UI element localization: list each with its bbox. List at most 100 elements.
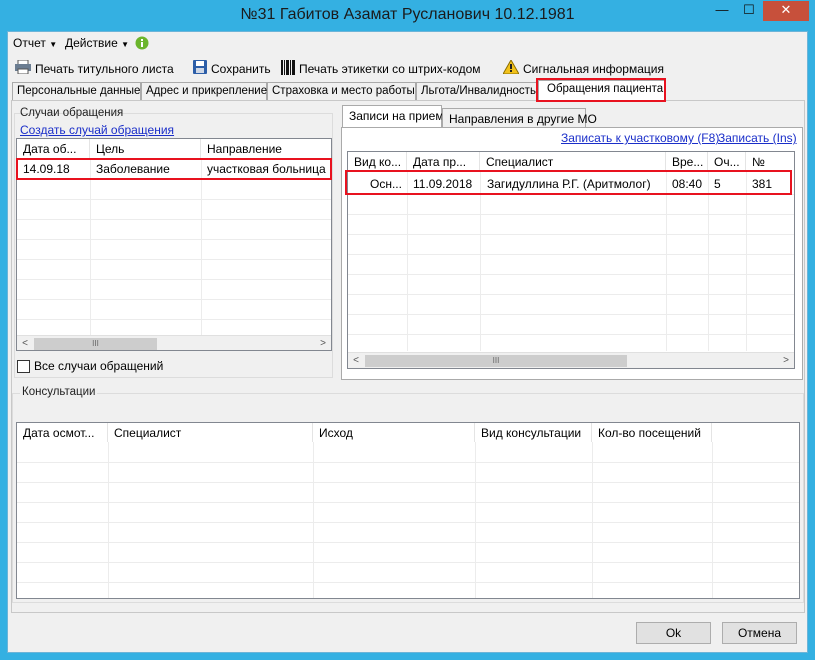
create-case-link[interactable]: Создать случай обращения (20, 123, 174, 137)
tab-benefit[interactable]: Льгота/Инвалидность (416, 82, 538, 100)
maximize-button[interactable]: ☐ (736, 1, 762, 21)
tab-label: Льгота/Инвалидность (421, 85, 536, 97)
appt-type: Осн... (370, 177, 402, 191)
grid-line (17, 179, 331, 180)
grid-line (348, 234, 794, 235)
appt-number: 381 (752, 177, 773, 191)
menu-action-label: Действие (65, 36, 118, 50)
cases-table: Дата об... Цель Направление 14.09.18 Заб… (16, 138, 332, 351)
consultations-group-title: Консультации (20, 386, 98, 398)
menu-report-label: Отчет (13, 36, 46, 50)
all-cases-label: Все случаи обращений (34, 359, 164, 373)
cases-col-direction[interactable]: Направление (201, 139, 331, 158)
barcode-icon (281, 60, 295, 78)
all-cases-checkbox[interactable] (17, 360, 30, 373)
grid-line (17, 219, 331, 220)
scroll-thumb[interactable]: III (365, 355, 627, 367)
signal-info-button[interactable]: Сигнальная информация (502, 58, 664, 77)
table-row[interactable]: 14.09.18 Заболевание участковая больница (17, 159, 331, 178)
tab-label: Страховка и место работы (272, 85, 415, 97)
book-district-doctor-link[interactable]: Записать к участковому (F8) (561, 131, 719, 145)
appointments-table: Вид ко... Дата пр... Специалист Вре... О… (347, 151, 795, 369)
menu-report[interactable]: Отчет ▼ (13, 36, 57, 50)
cancel-button[interactable]: Отмена (722, 622, 797, 644)
minimize-button[interactable]: — (709, 1, 735, 21)
tab-referrals-other-mo[interactable]: Направления в другие МО (442, 108, 597, 128)
scroll-right-button[interactable]: > (315, 336, 331, 350)
appointments-horizontal-scrollbar[interactable]: < III > (348, 352, 794, 368)
consult-col-outcome[interactable]: Исход (313, 423, 475, 442)
tab-personal-data[interactable]: Персональные данные (12, 82, 141, 100)
tab-address[interactable]: Адрес и прикрепление (141, 82, 267, 100)
appt-col-time[interactable]: Вре... (666, 152, 708, 171)
grid-line (17, 319, 331, 320)
consult-col-date[interactable]: Дата осмот... (17, 423, 108, 442)
menu-action[interactable]: Действие ▼ (65, 36, 129, 50)
print-title-button[interactable]: Печать титульного листа (15, 59, 174, 77)
tab-label: Персональные данные (17, 85, 141, 97)
scroll-left-button[interactable]: < (348, 353, 364, 368)
appt-date: 11.09.2018 (413, 177, 473, 191)
grid-line (348, 294, 794, 295)
grid-line (666, 171, 667, 351)
tab-label: Обращения пациента (547, 83, 664, 95)
consult-col-visits[interactable]: Кол-во посещений (592, 423, 712, 442)
appt-col-type[interactable]: Вид ко... (348, 152, 407, 171)
warning-icon (502, 58, 520, 77)
scroll-left-button[interactable]: < (17, 336, 33, 350)
appt-col-date[interactable]: Дата пр... (407, 152, 480, 171)
appt-col-specialist[interactable]: Специалист (480, 152, 666, 171)
window-title: №31 Габитов Азамат Русланович 10.12.1981 (240, 6, 575, 23)
cases-col-date[interactable]: Дата об... (17, 139, 90, 158)
cases-horizontal-scrollbar[interactable]: < III > (17, 335, 331, 350)
scroll-right-button[interactable]: > (778, 353, 794, 368)
tab-insurance[interactable]: Страховка и место работы (267, 82, 416, 100)
ok-button[interactable]: Ok (636, 622, 711, 644)
floppy-disk-icon (193, 60, 207, 77)
consult-col-specialist[interactable]: Специалист (108, 423, 313, 442)
scroll-thumb[interactable]: III (34, 338, 157, 350)
grid-line (348, 334, 794, 335)
grid-line (348, 194, 794, 195)
tab-appointments[interactable]: Записи на прием (342, 105, 444, 128)
case-direction: участковая больница (207, 162, 326, 176)
print-title-label: Печать титульного листа (35, 61, 174, 76)
grid-line (17, 582, 799, 583)
grid-line (17, 502, 799, 503)
book-ins-link[interactable]: Записать (Ins) (718, 131, 797, 145)
grid-line (17, 462, 799, 463)
save-button[interactable]: Сохранить (193, 60, 271, 77)
grid-line (17, 542, 799, 543)
grid-line (17, 299, 331, 300)
grid-line (746, 171, 747, 351)
close-button[interactable]: ✕ (763, 1, 809, 21)
case-goal: Заболевание (96, 162, 170, 176)
grid-line (348, 274, 794, 275)
consultations-table: Дата осмот... Специалист Исход Вид консу… (16, 422, 800, 599)
signal-info-label: Сигнальная информация (523, 61, 664, 76)
grid-line (407, 171, 408, 351)
grid-line (348, 254, 794, 255)
cases-col-goal[interactable]: Цель (90, 139, 201, 158)
case-date: 14.09.18 (23, 162, 70, 176)
tab-patient-visits[interactable]: Обращения пациента (538, 80, 665, 101)
save-label: Сохранить (211, 61, 271, 76)
info-icon[interactable] (135, 36, 149, 53)
consult-col-type[interactable]: Вид консультации (475, 423, 592, 442)
grid-line (17, 199, 331, 200)
grid-line (17, 279, 331, 280)
dropdown-arrow-icon: ▼ (121, 40, 130, 49)
print-barcode-button[interactable]: Печать этикетки со штрих-кодом (281, 60, 481, 78)
window-client-area: Отчет ▼ Действие ▼ Печать титульного лис… (7, 31, 808, 653)
grid-line (712, 442, 713, 598)
dropdown-arrow-icon: ▼ (49, 40, 58, 49)
grid-line (108, 442, 109, 598)
appt-col-number[interactable]: № (746, 152, 794, 171)
grid-line (17, 239, 331, 240)
appt-col-queue[interactable]: Оч... (708, 152, 746, 171)
grid-line (201, 158, 202, 336)
appt-specialist: Загидуллина Р.Г. (Аритмолог) (487, 177, 651, 191)
grid-line (348, 314, 794, 315)
appt-time: 08:40 (672, 177, 703, 191)
table-row[interactable]: Осн... 11.09.2018 Загидуллина Р.Г. (Арит… (348, 173, 794, 194)
